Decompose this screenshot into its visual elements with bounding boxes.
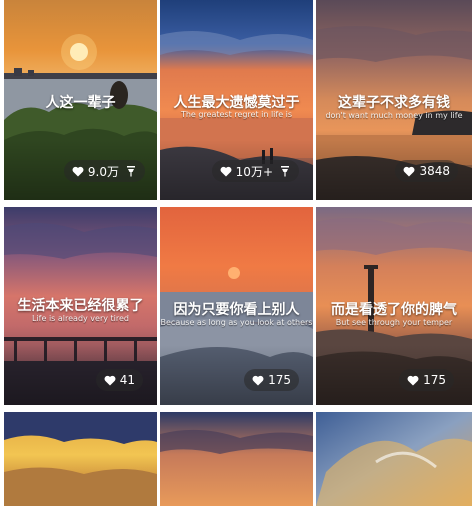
video-tile[interactable]	[4, 412, 157, 506]
video-subtitle: The greatest regret in life is	[180, 110, 293, 119]
like-count: 10万+	[235, 164, 273, 179]
video-caption: 这辈子不求多有钱	[338, 95, 450, 111]
heart-icon	[72, 166, 84, 176]
like-count-badge: 3848	[395, 160, 458, 182]
like-count-badge: 175	[399, 369, 454, 391]
video-caption: 因为只要你看上别人	[173, 302, 300, 318]
like-count-badge: 10万+	[211, 160, 299, 182]
video-tile[interactable]: 因为只要你看上别人 Because as long as you look at…	[160, 207, 313, 405]
video-subtitle: Life is already very tired	[31, 314, 129, 323]
video-grid: 人这一辈子 9.0万 人生最大遗憾莫过于 The greatest regret…	[0, 0, 472, 506]
heart-icon	[407, 375, 419, 385]
video-tile[interactable]: 人这一辈子 9.0万	[4, 0, 157, 200]
video-subtitle: don't want much money in my life	[325, 111, 463, 120]
like-count: 41	[119, 373, 135, 387]
video-caption: 而是看透了你的脾气	[331, 302, 457, 318]
heart-icon	[252, 375, 264, 385]
pin-icon	[127, 166, 135, 177]
like-count: 9.0万	[87, 164, 119, 179]
like-count-badge: 175	[244, 369, 299, 391]
video-caption: 人生最大遗憾莫过于	[173, 95, 300, 111]
video-tile[interactable]: 人生最大遗憾莫过于 The greatest regret in life is…	[160, 0, 313, 200]
pin-icon	[281, 166, 289, 177]
video-subtitle: But see through your temper	[335, 318, 453, 327]
like-count: 175	[423, 373, 446, 387]
video-tile[interactable]: 这辈子不求多有钱 don't want much money in my lif…	[316, 0, 472, 200]
video-tile[interactable]: 生活本来已经很累了 Life is already very tired 41	[4, 207, 157, 405]
like-count-badge: 41	[95, 369, 143, 391]
video-caption: 人这一辈子	[45, 95, 116, 111]
thumbnail-image	[4, 412, 157, 506]
video-tile[interactable]	[316, 412, 472, 506]
video-tile[interactable]	[160, 412, 313, 506]
heart-icon	[220, 166, 232, 176]
heart-icon	[403, 166, 415, 176]
thumbnail-image	[160, 412, 313, 506]
thumbnail-image	[316, 412, 472, 506]
like-count-badge: 9.0万	[63, 160, 145, 182]
heart-icon	[104, 375, 116, 385]
video-subtitle: Because as long as you look at others	[160, 318, 313, 327]
video-tile[interactable]: 而是看透了你的脾气 But see through your temper 17…	[316, 207, 472, 405]
video-caption: 生活本来已经很累了	[17, 298, 144, 314]
like-count: 175	[268, 373, 291, 387]
like-count: 3848	[419, 164, 450, 178]
